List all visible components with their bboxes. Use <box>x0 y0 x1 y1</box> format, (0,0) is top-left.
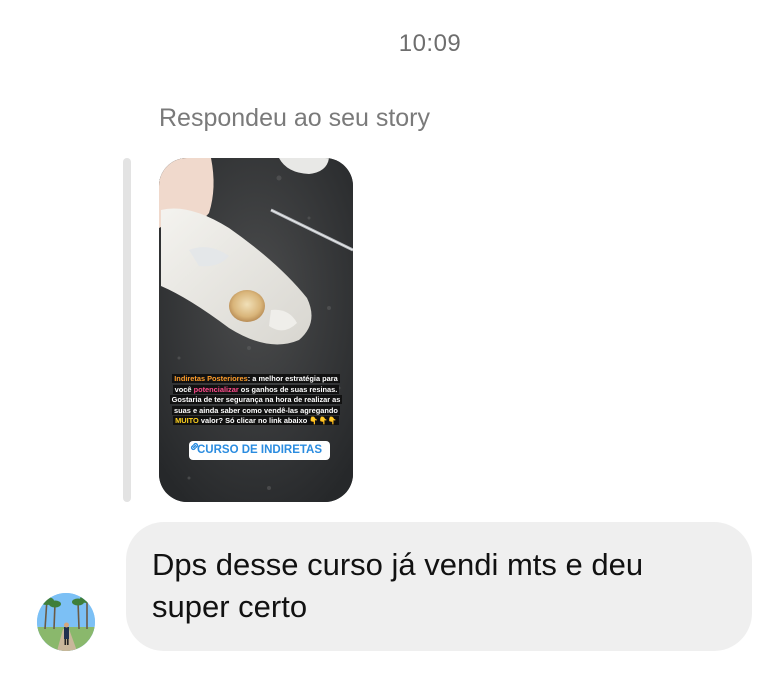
caption-lead: Indiretas Posteriores <box>174 374 248 383</box>
caption-highlight: potencializar <box>193 384 239 394</box>
story-link-label: CURSO DE INDIRETAS <box>197 444 323 456</box>
caption-emoji: 👇👇👇 <box>309 416 337 425</box>
link-icon <box>190 442 199 451</box>
story-link-sticker[interactable]: CURSO DE INDIRETAS <box>189 441 331 460</box>
message-timestamp: 10:09 <box>398 30 462 57</box>
story-preview[interactable]: Indiretas Posteriores: a melhor estratég… <box>159 158 353 502</box>
story-reply-label: Respondeu ao seu story <box>159 104 431 132</box>
sender-avatar[interactable] <box>37 593 95 651</box>
message-bubble[interactable]: Dps desse curso já vendi mts e deu super… <box>126 522 752 651</box>
reply-indicator-bar <box>123 158 131 502</box>
caption-emphasis: MUITO <box>175 416 199 425</box>
story-caption: Indiretas Posteriores: a melhor estratég… <box>169 374 343 427</box>
message-text: Dps desse curso já vendi mts e deu super… <box>152 547 644 624</box>
caption-part-3: valor? Só clicar no link abaixo <box>198 416 310 425</box>
avatar-photo <box>37 593 95 651</box>
